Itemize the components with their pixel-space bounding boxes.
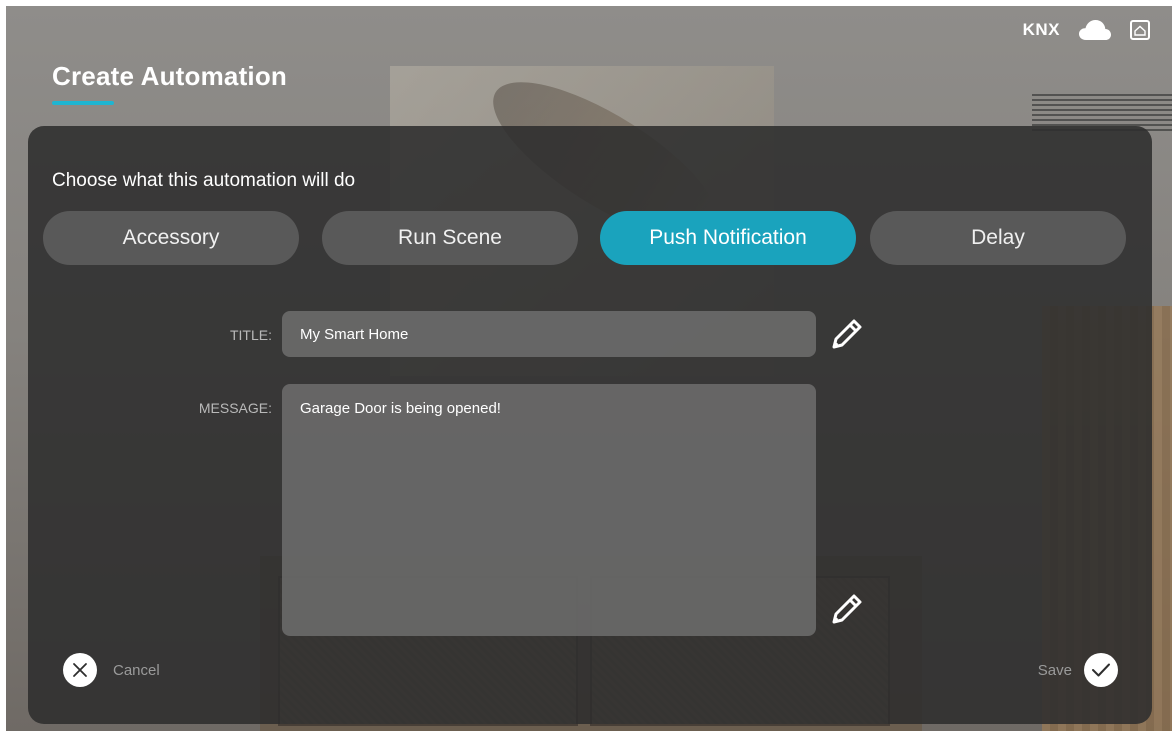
cancel-button[interactable]: Cancel <box>63 653 160 687</box>
automation-panel: Choose what this automation will do Acce… <box>28 126 1152 724</box>
close-icon <box>63 653 97 687</box>
edit-message-pencil-icon[interactable] <box>826 590 866 630</box>
tab-accessory[interactable]: Accessory <box>43 211 299 265</box>
message-field-label: MESSAGE: <box>198 400 272 416</box>
tab-push-notification[interactable]: Push Notification <box>600 211 856 265</box>
tab-delay[interactable]: Delay <box>870 211 1126 265</box>
save-button[interactable]: Save <box>1038 653 1118 687</box>
cloud-icon[interactable] <box>1078 19 1112 41</box>
page-title: Create Automation <box>52 61 288 91</box>
knx-status-label: KNX <box>1022 20 1060 39</box>
title-underline <box>52 101 114 105</box>
edit-title-pencil-icon[interactable] <box>826 315 866 355</box>
title-input-value: My Smart Home <box>300 325 409 343</box>
tab-run-scene[interactable]: Run Scene <box>322 211 578 265</box>
panel-prompt: Choose what this automation will do <box>52 170 356 191</box>
checkmark-icon <box>1084 653 1118 687</box>
title-field-label: TITLE: <box>229 327 272 343</box>
action-type-tabs: Accessory Run Scene Push Notification De… <box>43 211 1126 265</box>
message-textarea-value: Garage Door is being opened! <box>300 400 501 417</box>
message-textarea[interactable]: Garage Door is being opened! <box>282 384 816 636</box>
home-icon[interactable] <box>1130 20 1150 40</box>
status-bar: KNX <box>1023 19 1150 41</box>
cancel-label: Cancel <box>113 661 160 679</box>
save-label: Save <box>1037 661 1072 679</box>
title-input[interactable]: My Smart Home <box>282 311 816 357</box>
